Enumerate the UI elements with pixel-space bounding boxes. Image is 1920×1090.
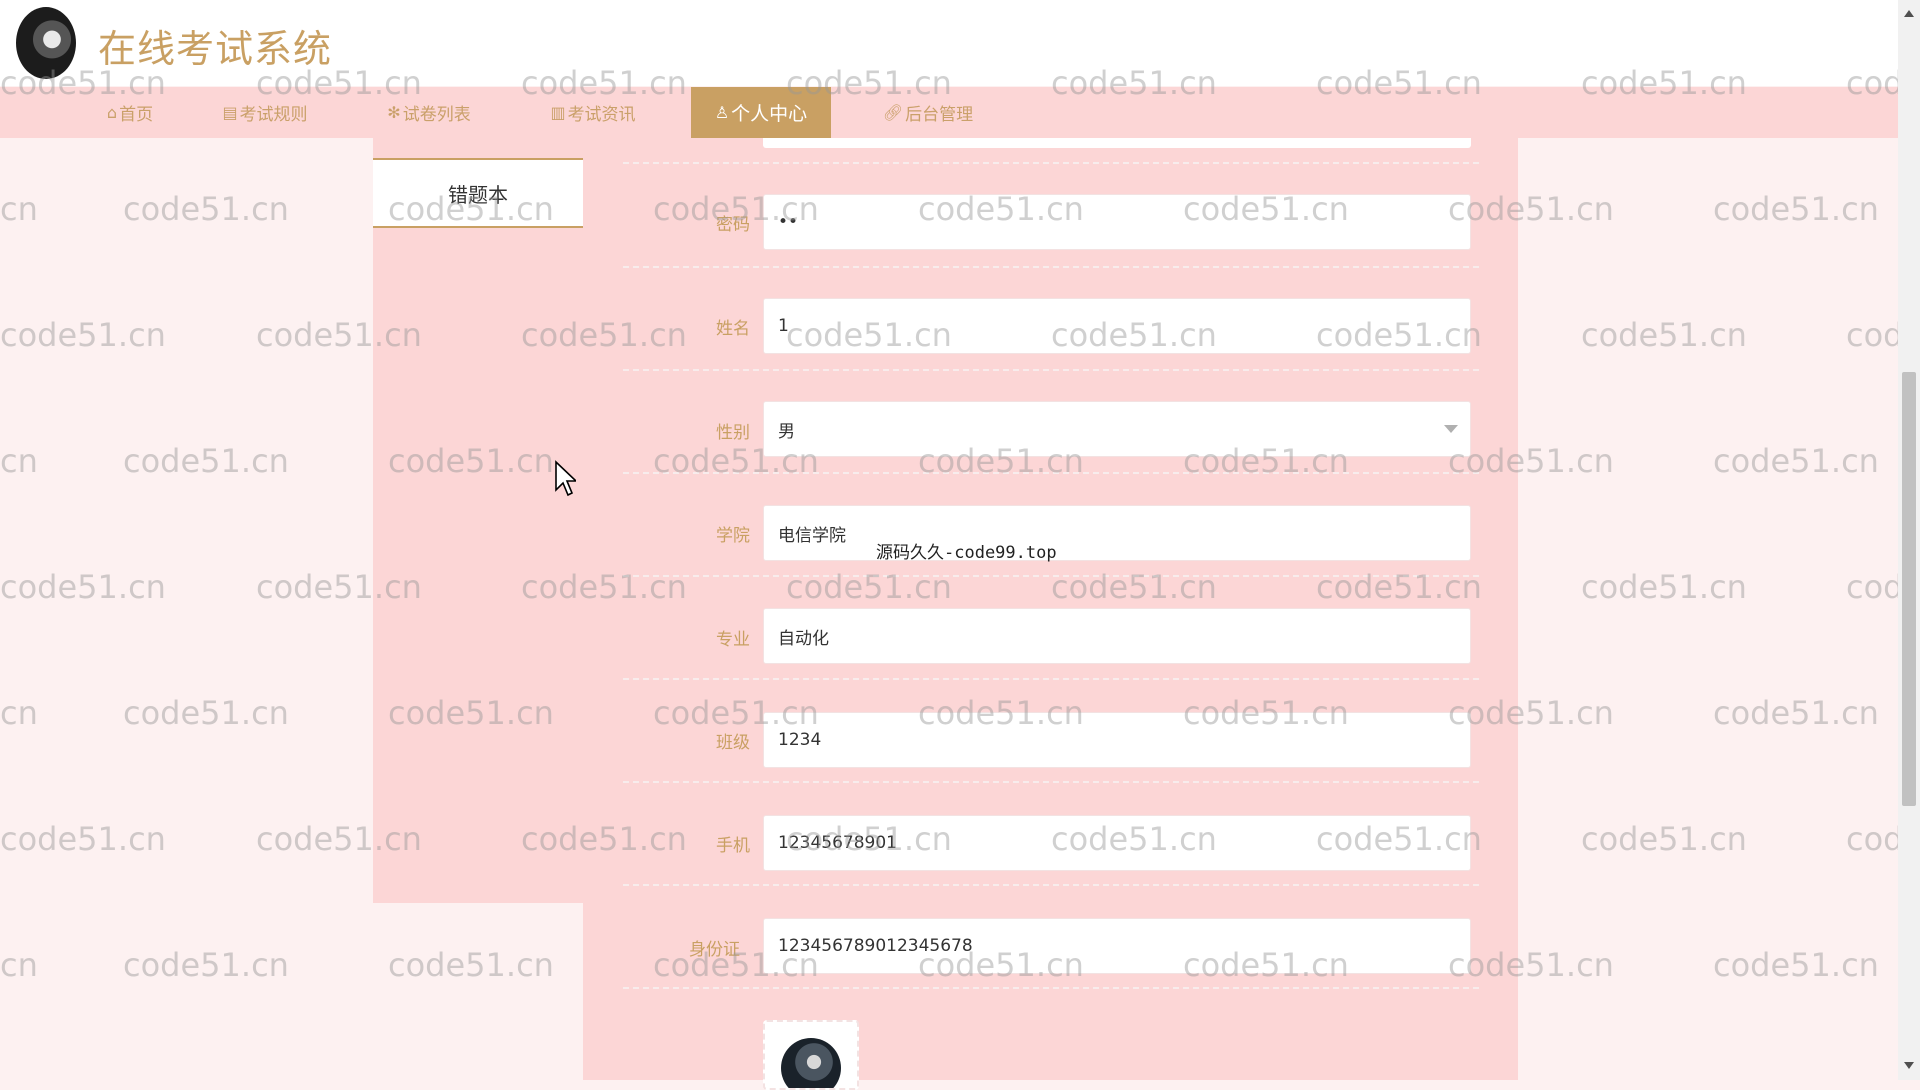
watermark: code51.cn: [123, 442, 289, 480]
password-label: 密码: [716, 215, 750, 235]
sidebar-item-label: 错题本: [448, 182, 508, 207]
watermark: code51.cn: [1581, 568, 1747, 606]
watermark: code51.cn: [1581, 820, 1747, 858]
avatar-image: [781, 1038, 841, 1088]
id-card-label: 身份证: [689, 940, 740, 960]
watermark: cn: [0, 946, 38, 984]
document-icon: ▤: [222, 103, 238, 122]
home-icon: ⌂: [106, 103, 118, 122]
watermark-special: 源码久久-code99.top: [876, 543, 1057, 563]
name-label: 姓名: [716, 319, 750, 339]
watermark: cn: [0, 694, 38, 732]
site-title: 在线考试系统: [98, 27, 333, 71]
nav-item-home[interactable]: ⌂ 首页: [60, 87, 200, 138]
sidebar-item-wrong-questions[interactable]: 错题本: [373, 158, 583, 228]
watermark: code51.cn: [388, 946, 554, 984]
gender-select[interactable]: 男: [763, 401, 1471, 457]
watermark: code51.cn: [1713, 190, 1879, 228]
nav-item-label: 试卷列表: [402, 105, 471, 125]
college-field[interactable]: 电信学院: [763, 505, 1471, 561]
class-field[interactable]: 1234: [763, 712, 1471, 768]
watermark: code51.cn: [123, 694, 289, 732]
watermark: cn: [0, 442, 38, 480]
watermark: code51.cn: [123, 190, 289, 228]
nav-item-label: 首页: [119, 105, 154, 125]
gender-select-value: 男: [778, 421, 795, 442]
avatar-logo-icon: [16, 7, 76, 79]
scroll-thumb[interactable]: [1902, 372, 1916, 806]
chevron-down-icon: [1444, 425, 1458, 433]
gear-icon: ✻: [387, 103, 401, 122]
watermark: code51.cn: [123, 946, 289, 984]
password-field[interactable]: ••: [763, 194, 1471, 250]
phone-label: 手机: [716, 836, 750, 856]
college-label: 学院: [716, 526, 750, 546]
nav-item-label: 考试资讯: [567, 105, 636, 125]
user-icon: ♙: [714, 103, 730, 122]
watermark: code51.cn: [1713, 946, 1879, 984]
nav-item-admin[interactable]: 🔗︎ 后台管理: [863, 87, 993, 138]
nav-item-exam-news[interactable]: ▥ 考试资讯: [528, 87, 658, 138]
watermark: code51.cn: [1581, 316, 1747, 354]
nav-item-personal-center[interactable]: ♙ 个人中心: [691, 87, 831, 138]
nav-item-label: 考试规则: [239, 105, 308, 125]
mouse-pointer-icon: [555, 460, 576, 497]
main-nav: ⌂ 首页 ▤ 考试规则 ✻ 试卷列表 ▥ 考试资讯 ♙ 个人中心 🔗︎ 后台管理: [0, 87, 1898, 138]
watermark: code51.cn: [1713, 694, 1879, 732]
watermark: code51.cn: [0, 820, 166, 858]
class-label: 班级: [716, 733, 750, 753]
major-label: 专业: [716, 630, 750, 650]
id-card-field[interactable]: 123456789012345678: [763, 918, 1471, 974]
news-icon: ▥: [550, 103, 566, 122]
watermark: code51.cn: [0, 568, 166, 606]
vertical-scrollbar[interactable]: [1898, 0, 1920, 1080]
scroll-down-arrow-icon[interactable]: [1904, 1062, 1914, 1069]
link-icon: 🔗︎: [882, 103, 904, 122]
name-field[interactable]: 1: [763, 298, 1471, 354]
phone-field[interactable]: 12345678901: [763, 815, 1471, 871]
sidebar-panel: [373, 138, 583, 903]
nav-item-label: 后台管理: [905, 105, 974, 125]
gender-label: 性别: [716, 423, 750, 443]
major-field[interactable]: 自动化: [763, 608, 1471, 664]
site-header: 在线考试系统: [0, 0, 1898, 86]
nav-item-exam-rules[interactable]: ▤ 考试规则: [200, 87, 330, 138]
watermark: code51.cn: [0, 316, 166, 354]
watermark: cn: [0, 190, 38, 228]
scroll-up-arrow-icon[interactable]: [1904, 10, 1914, 17]
nav-item-label: 个人中心: [731, 103, 808, 125]
previous-field-input[interactable]: [763, 138, 1471, 148]
nav-item-paper-list[interactable]: ✻ 试卷列表: [364, 87, 494, 138]
watermark: code51.cn: [1713, 442, 1879, 480]
